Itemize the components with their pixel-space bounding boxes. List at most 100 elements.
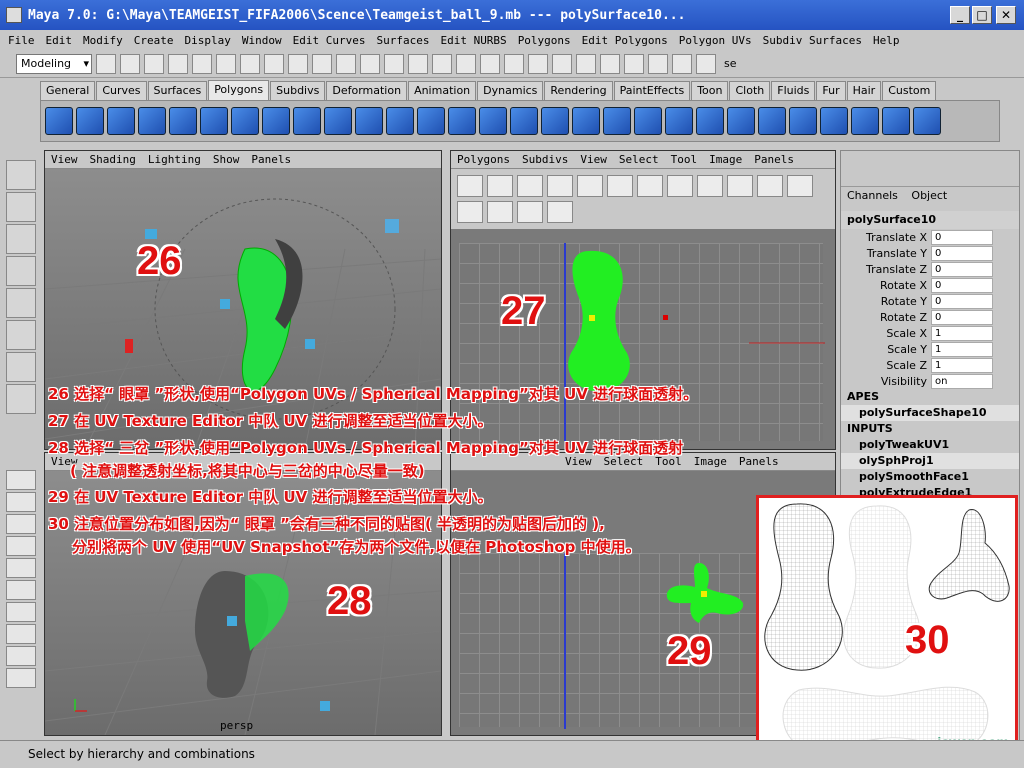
script-editor-toggle-icon[interactable]: [6, 668, 36, 688]
uv-editor-layout-icon[interactable]: [6, 580, 36, 600]
manipulator-handle-red[interactable]: [125, 339, 133, 353]
manipulator-handle[interactable]: [145, 229, 157, 239]
menu-help[interactable]: Help: [873, 34, 900, 47]
menu-display[interactable]: Display: [185, 34, 231, 47]
menu-polygon-uvs[interactable]: Polygon UVs: [679, 34, 752, 47]
poly-plane-icon[interactable]: [169, 107, 197, 135]
poly-cone-icon[interactable]: [138, 107, 166, 135]
uv-menu-panels[interactable]: Panels: [754, 153, 794, 166]
menu-file[interactable]: File: [8, 34, 35, 47]
lock-selection-icon[interactable]: [432, 53, 452, 74]
paint-select-tool-icon[interactable]: [6, 224, 36, 254]
move-right-icon[interactable]: [667, 175, 693, 197]
uv-menu-panels[interactable]: Panels: [739, 455, 779, 468]
rotate-cw-icon[interactable]: [787, 175, 813, 197]
menu-edit-polygons[interactable]: Edit Polygons: [582, 34, 668, 47]
poly-prism-icon[interactable]: [231, 107, 259, 135]
duplicate-faces-icon[interactable]: [758, 107, 786, 135]
flip-v-icon[interactable]: [517, 175, 543, 197]
poly-cube-icon[interactable]: [76, 107, 104, 135]
align-icon[interactable]: [547, 201, 573, 223]
shelf-tab-painteffects[interactable]: PaintEffects: [613, 81, 691, 100]
menu-subdiv-surfaces[interactable]: Subdiv Surfaces: [763, 34, 862, 47]
persp-graph-layout-icon[interactable]: [6, 536, 36, 556]
select-tool-icon[interactable]: [6, 160, 36, 190]
poly-sphere-icon[interactable]: [45, 107, 73, 135]
shelf-tab-fur[interactable]: Fur: [816, 81, 846, 100]
object-menu[interactable]: Object: [911, 189, 947, 202]
move-left-icon[interactable]: [637, 175, 663, 197]
uv-grid-area[interactable]: [459, 243, 825, 441]
poly-soccer-ball-icon[interactable]: [324, 107, 352, 135]
ipr-render-icon[interactable]: [672, 53, 692, 74]
uv-menu-tool[interactable]: Tool: [671, 153, 698, 166]
attribute-row[interactable]: Translate Z0: [841, 261, 1019, 277]
select-deformations-icon[interactable]: [336, 53, 356, 74]
new-scene-icon[interactable]: [96, 53, 116, 74]
input-node[interactable]: polyTweakUV1: [841, 437, 1019, 453]
outliner-toggle-icon[interactable]: [6, 624, 36, 644]
four-view-layout-icon[interactable]: [6, 492, 36, 512]
perspective-viewport-top[interactable]: View Shading Lighting Show Panels 26: [44, 150, 442, 450]
snap-grid-icon[interactable]: [480, 53, 500, 74]
move-down-icon[interactable]: [697, 175, 723, 197]
open-scene-icon[interactable]: [120, 53, 140, 74]
smooth-icon[interactable]: [448, 107, 476, 135]
custom-layout-icon[interactable]: [6, 602, 36, 622]
menu-modify[interactable]: Modify: [83, 34, 123, 47]
merge-vertices-icon[interactable]: [696, 107, 724, 135]
selected-object-name[interactable]: polySurface10: [841, 211, 1019, 229]
shelf-tab-custom[interactable]: Custom: [882, 81, 937, 100]
shelf-tab-toon[interactable]: Toon: [691, 81, 729, 100]
uv-menu-subdivs[interactable]: Subdivs: [522, 153, 568, 166]
shelf-tab-cloth[interactable]: Cloth: [729, 81, 771, 100]
uv-menu-image[interactable]: Image: [694, 455, 727, 468]
attribute-row[interactable]: Rotate Z0: [841, 309, 1019, 325]
shelf-tab-general[interactable]: General: [40, 81, 96, 100]
poly-cylinder-icon[interactable]: [107, 107, 135, 135]
uv-texture-editor-top[interactable]: Polygons Subdivs View Select Tool Image …: [450, 150, 836, 450]
minimize-button[interactable]: _: [950, 6, 970, 24]
wedge-faces-icon[interactable]: [727, 107, 755, 135]
channels-menu[interactable]: Channels: [847, 189, 898, 202]
snapshot-icon[interactable]: [547, 175, 573, 197]
extract-icon[interactable]: [789, 107, 817, 135]
shelf-tab-animation[interactable]: Animation: [408, 81, 477, 100]
attribute-row[interactable]: Scale Z1: [841, 357, 1019, 373]
menu-surfaces[interactable]: Surfaces: [376, 34, 429, 47]
extrude-face-icon[interactable]: [510, 107, 538, 135]
cycle-uv-icon[interactable]: [607, 175, 633, 197]
snap-point-icon[interactable]: [528, 53, 548, 74]
shape-node[interactable]: polySurfaceShape10: [841, 405, 1019, 421]
render-icon[interactable]: [648, 53, 668, 74]
uv-menu-select[interactable]: Select: [619, 153, 659, 166]
close-button[interactable]: ✕: [996, 6, 1016, 24]
select-rendering-icon[interactable]: [384, 53, 404, 74]
attribute-row[interactable]: Rotate X0: [841, 277, 1019, 293]
shelf-tab-rendering[interactable]: Rendering: [544, 81, 613, 100]
poly-pipe-icon[interactable]: [262, 107, 290, 135]
viewport-menu-lighting[interactable]: Lighting: [148, 153, 201, 166]
shelf-tab-dynamics[interactable]: Dynamics: [477, 81, 544, 100]
select-handles-icon[interactable]: [240, 53, 260, 74]
cut-uv-icon[interactable]: [457, 201, 483, 223]
save-scene-icon[interactable]: [144, 53, 164, 74]
chamfer-icon[interactable]: [851, 107, 879, 135]
scale-tool-icon[interactable]: [6, 320, 36, 350]
menu-set-dropdown[interactable]: Modeling: [16, 53, 92, 74]
checker-map-icon[interactable]: [457, 175, 483, 197]
extrude-edge-icon[interactable]: [541, 107, 569, 135]
shelf-tab-subdivs[interactable]: Subdivs: [270, 81, 326, 100]
highlight-selection-icon[interactable]: [456, 53, 476, 74]
uv-menu-image[interactable]: Image: [709, 153, 742, 166]
rotate-ccw-icon[interactable]: [757, 175, 783, 197]
uv-menu-view[interactable]: View: [580, 153, 607, 166]
viewport-menu-show[interactable]: Show: [213, 153, 240, 166]
manipulator-tool-icon[interactable]: [6, 352, 36, 382]
rotate-tool-icon[interactable]: [6, 288, 36, 318]
viewport-menu-shading[interactable]: Shading: [90, 153, 136, 166]
manipulator-handle[interactable]: [320, 701, 330, 711]
eye-mask-uv-shell[interactable]: [568, 250, 630, 392]
split-polygon-icon[interactable]: [572, 107, 600, 135]
menu-create[interactable]: Create: [134, 34, 174, 47]
